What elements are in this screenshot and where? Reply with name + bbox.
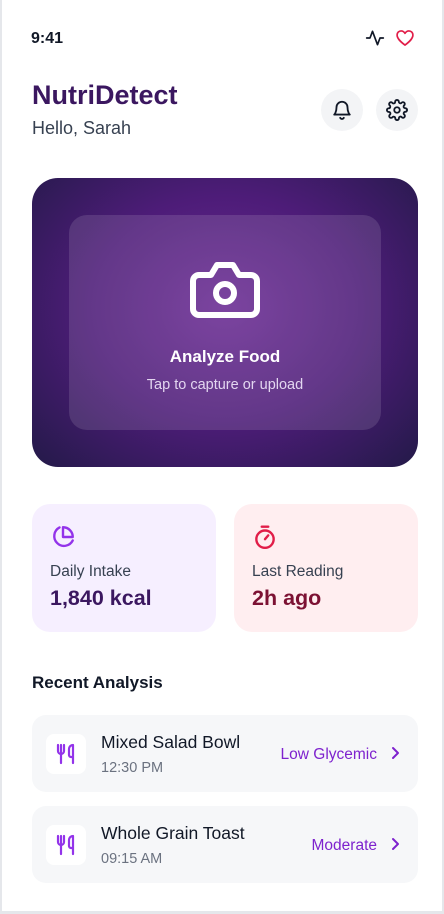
- daily-intake-label: Daily Intake: [50, 563, 131, 580]
- bell-icon: [331, 99, 353, 121]
- last-reading-card[interactable]: Last Reading 2h ago: [234, 504, 418, 632]
- hero-subtitle: Tap to capture or upload: [146, 377, 304, 393]
- app-title: NutriDetect: [32, 80, 178, 110]
- food-time: 12:30 PM: [101, 760, 164, 776]
- food-name: Mixed Salad Bowl: [101, 732, 241, 752]
- recent-item[interactable]: Mixed Salad Bowl 12:30 PM Low Glycemic: [32, 715, 418, 792]
- greeting-text: Hello, Sarah: [32, 118, 132, 138]
- camera-icon: [190, 262, 260, 318]
- gear-icon: [386, 99, 408, 121]
- recent-analysis-title: Recent Analysis: [32, 673, 163, 692]
- notifications-button[interactable]: [321, 89, 363, 131]
- chevron-right-icon: [392, 838, 399, 850]
- food-name: Whole Grain Toast: [101, 823, 245, 843]
- hero-title: Analyze Food: [169, 347, 281, 366]
- food-time: 09:15 AM: [101, 851, 163, 867]
- heart-icon: [395, 28, 415, 48]
- pie-chart-icon: [53, 526, 74, 548]
- recent-item[interactable]: Whole Grain Toast 09:15 AM Moderate: [32, 806, 418, 883]
- timer-icon: [255, 525, 275, 550]
- daily-intake-value: 1,840 kcal: [50, 586, 152, 610]
- utensils-icon: [46, 734, 86, 774]
- last-reading-value: 2h ago: [252, 586, 322, 610]
- daily-intake-card[interactable]: Daily Intake 1,840 kcal: [32, 504, 216, 632]
- status-icons: [365, 28, 415, 48]
- status-time: 9:41: [31, 30, 64, 47]
- settings-button[interactable]: [376, 89, 418, 131]
- glycemic-tag: Low Glycemic: [280, 746, 377, 763]
- analyze-food-card: Analyze Food Tap to capture or upload: [32, 178, 418, 467]
- app-screen: 9:41 NutriDetect Hello, Sarah Analyze Fo…: [0, 0, 444, 914]
- chevron-right-icon: [392, 747, 399, 759]
- utensils-icon: [46, 825, 86, 865]
- analyze-food-button[interactable]: Analyze Food Tap to capture or upload: [69, 215, 381, 430]
- activity-icon: [365, 28, 385, 48]
- glycemic-tag: Moderate: [311, 837, 377, 854]
- last-reading-label: Last Reading: [252, 563, 344, 580]
